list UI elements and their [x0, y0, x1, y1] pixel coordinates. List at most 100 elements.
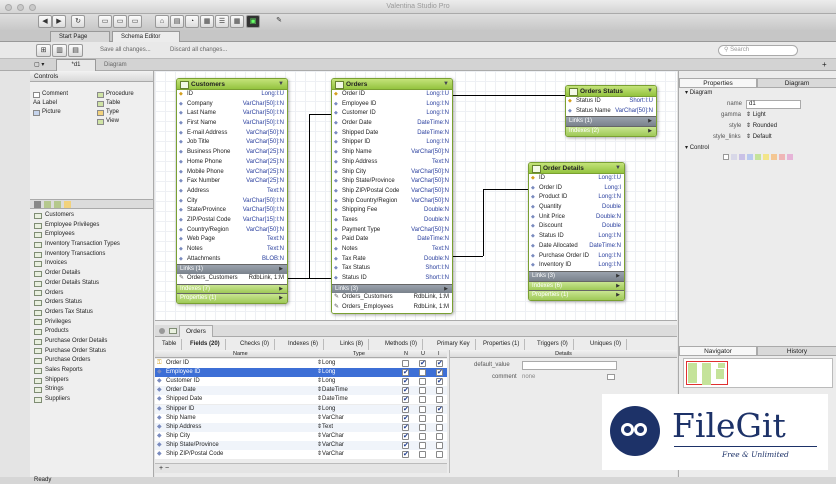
add-diagram-button[interactable]: ▢ ▾: [34, 60, 44, 70]
field-row[interactable]: Ship Country/Region VarChar[50]:N: [332, 197, 452, 207]
control-label[interactable]: Aa Label: [33, 99, 57, 108]
tab-uniques[interactable]: Uniques (0): [585, 339, 628, 350]
indexes-section[interactable]: Indexes (7): [177, 283, 287, 294]
field-row[interactable]: Product ID Long:I:N: [529, 193, 624, 203]
cell-type[interactable]: ⇕VarChar: [317, 432, 344, 441]
field-row[interactable]: Customer ID Long:I:N: [332, 109, 452, 119]
field-row[interactable]: Employee ID Long:I:N: [332, 100, 452, 110]
cell-type[interactable]: ⇕Long: [317, 377, 335, 386]
checkbox-i[interactable]: ✔: [436, 405, 443, 413]
list-item[interactable]: Employee Privileges: [30, 221, 153, 231]
field-row[interactable]: Order Date DateTime:N: [332, 119, 452, 129]
diagram-section[interactable]: ▾ Diagram: [685, 89, 712, 98]
style-links-select[interactable]: ⇕ Default: [746, 133, 772, 142]
field-row[interactable]: Attachments BLOB:N: [177, 255, 287, 265]
tab-properties[interactable]: Properties (1): [478, 339, 526, 350]
checkbox-u[interactable]: [419, 405, 426, 413]
field-row[interactable]: Order ID Long:I: [529, 184, 624, 194]
entity-orders[interactable]: Orders Order ID Long:I:U Employee ID Long:I…: [331, 78, 453, 314]
field-row[interactable]: Inventory ID Long:I:N: [529, 261, 624, 271]
checkbox-n[interactable]: ✔: [402, 414, 409, 422]
checkbox-u[interactable]: [419, 432, 426, 440]
list-item[interactable]: Strings: [30, 385, 153, 395]
link-row[interactable]: Orders_Customers RdbLink, 1:M: [177, 274, 287, 284]
swatch-orange[interactable]: [771, 154, 777, 160]
checkbox-u[interactable]: [419, 369, 426, 377]
cell-name[interactable]: Order ID: [166, 359, 189, 368]
field-row[interactable]: Unit Price Double:N: [529, 213, 624, 223]
swatch-gray[interactable]: [731, 154, 737, 160]
links-section[interactable]: Links (3): [529, 270, 624, 281]
close-window-button[interactable]: [5, 4, 12, 11]
checkbox-u[interactable]: [419, 396, 426, 404]
field-row[interactable]: Status Name VarChar[50]:N: [566, 107, 656, 117]
checkbox-n[interactable]: ✔: [402, 369, 409, 377]
cell-name[interactable]: Customer ID: [166, 377, 200, 386]
open-icon[interactable]: ▭: [113, 15, 127, 28]
field-row[interactable]: Shipper ID Long:I:N: [332, 138, 452, 148]
list-item[interactable]: Orders: [30, 289, 153, 299]
properties-section[interactable]: Properties (1): [529, 290, 624, 300]
checkbox-n[interactable]: ✔: [402, 387, 409, 395]
list-item[interactable]: Employees: [30, 230, 153, 240]
swatch-pink[interactable]: [787, 154, 793, 160]
field-row[interactable]: Payment Type VarChar[50]:N: [332, 226, 452, 236]
table-row[interactable]: ◆ Employee ID ⇕Long ✔ ✔: [155, 368, 447, 378]
default-value-input[interactable]: [522, 361, 617, 370]
field-row[interactable]: Address Text:N: [177, 187, 287, 197]
checkbox-i[interactable]: [436, 396, 443, 404]
field-row[interactable]: Tax Rate Double:N: [332, 255, 452, 265]
cell-name[interactable]: Ship Name: [166, 414, 196, 423]
add-tab-button[interactable]: +: [822, 59, 827, 71]
checkbox-n[interactable]: ✔: [402, 378, 409, 386]
field-row[interactable]: Mobile Phone VarChar[25]:N: [177, 168, 287, 178]
tab-properties-panel[interactable]: Properties: [679, 78, 757, 88]
checkbox-i[interactable]: [436, 441, 443, 449]
back-button[interactable]: ◀: [38, 15, 52, 28]
field-row[interactable]: Status ID Short:I:N: [332, 274, 452, 284]
field-row[interactable]: Last Name VarChar[50]:I:N: [177, 109, 287, 119]
add-row-button[interactable]: +: [159, 465, 163, 472]
field-row[interactable]: Taxes Double:N: [332, 216, 452, 226]
indexes-section[interactable]: Indexes (6): [529, 280, 624, 291]
layout-mid-icon[interactable]: ▥: [52, 44, 67, 57]
server-icon[interactable]: ◔: [185, 15, 199, 28]
field-row[interactable]: Ship Address Text:N: [332, 158, 452, 168]
close-editor-icon[interactable]: [159, 328, 165, 334]
field-row[interactable]: Purchase Order ID Long:I:N: [529, 252, 624, 262]
field-row[interactable]: Quantity Double: [529, 203, 624, 213]
cell-name[interactable]: Shipper ID: [166, 405, 194, 414]
table-row[interactable]: ◆ Shipper ID ⇕Long ✔ ✔: [155, 404, 447, 414]
field-row[interactable]: Paid Date DateTime:N: [332, 235, 452, 245]
tab-fields[interactable]: Fields (20): [185, 339, 226, 350]
field-row[interactable]: Shipped Date DateTime:N: [332, 129, 452, 139]
cell-type[interactable]: ⇕Text: [317, 423, 333, 432]
control-picture[interactable]: Picture: [33, 108, 61, 117]
field-row[interactable]: Shipping Fee Double:N: [332, 206, 452, 216]
swatch-red[interactable]: [779, 154, 785, 160]
cell-name[interactable]: Ship State/Province: [166, 441, 219, 450]
checkbox-u[interactable]: [419, 441, 426, 449]
tab-checks[interactable]: Checks (0): [235, 339, 276, 350]
swatch-yellow[interactable]: [763, 154, 769, 160]
field-row[interactable]: First Name VarChar[50]:I:N: [177, 119, 287, 129]
link-row[interactable]: Orders_Customers RdbLink, 1:M: [332, 293, 452, 304]
new-file-icon[interactable]: ▭: [98, 15, 112, 28]
checkbox-n[interactable]: ✔: [402, 432, 409, 440]
remove-row-button[interactable]: −: [165, 465, 169, 472]
cell-type[interactable]: ⇕VarChar: [317, 441, 344, 450]
layout-right-icon[interactable]: ▤: [68, 44, 83, 57]
checkbox-n[interactable]: ✔: [402, 396, 409, 404]
filter-icon-2[interactable]: [44, 201, 51, 208]
database-icon[interactable]: ▤: [170, 15, 184, 28]
list-item[interactable]: Purchase Order Status: [30, 347, 153, 357]
checkbox-n[interactable]: ✔: [402, 441, 409, 449]
links-section[interactable]: Links (3): [332, 283, 452, 294]
control-table[interactable]: Table: [97, 99, 120, 108]
checkbox-u[interactable]: ✔: [419, 360, 426, 367]
list-item[interactable]: Sales Reports: [30, 366, 153, 376]
tab-diagram[interactable]: Diagram: [104, 59, 127, 71]
list-item[interactable]: Privileges: [30, 318, 153, 328]
cell-type[interactable]: ⇕Long: [317, 368, 335, 377]
field-row[interactable]: Notes Text:N: [177, 245, 287, 255]
